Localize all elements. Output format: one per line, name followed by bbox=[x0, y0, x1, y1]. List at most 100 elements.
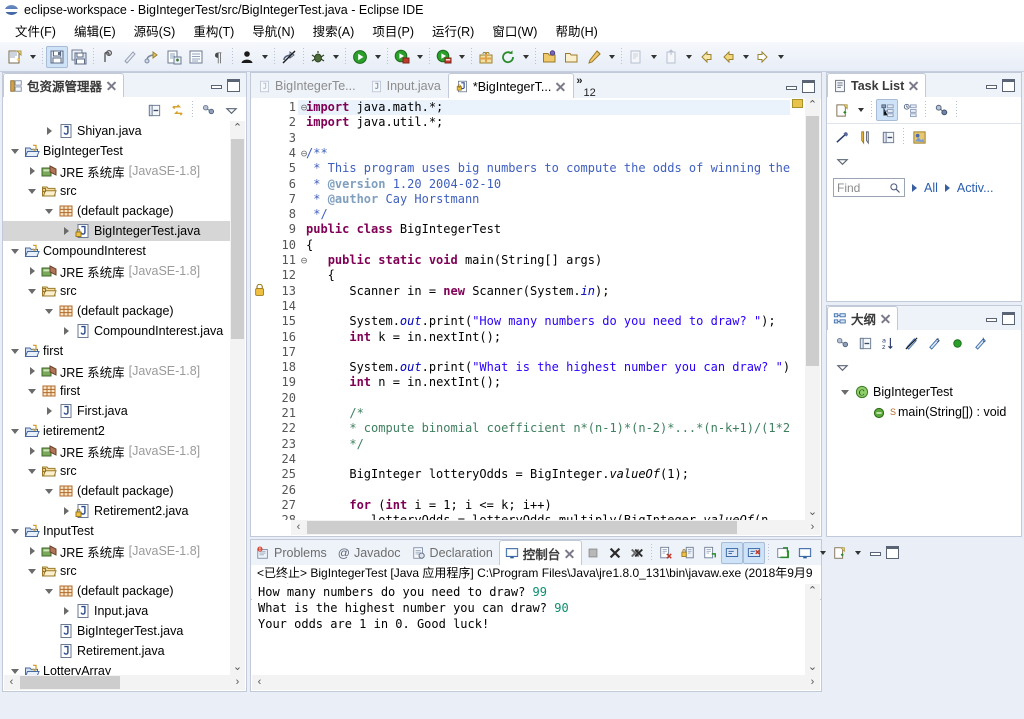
hscroll-thumb[interactable] bbox=[20, 676, 120, 689]
scroll-left-icon[interactable]: ‹ bbox=[4, 675, 19, 690]
close-icon[interactable] bbox=[106, 80, 117, 91]
editor-tab-2[interactable]: *BigIntegerT... bbox=[448, 73, 575, 99]
chevron-down-icon[interactable] bbox=[7, 343, 23, 359]
menu-run[interactable]: 运行(R) bbox=[423, 19, 483, 43]
person-dropdown-icon[interactable] bbox=[258, 46, 271, 68]
menu-help[interactable]: 帮助(H) bbox=[546, 19, 606, 43]
maximize-icon[interactable] bbox=[227, 79, 240, 92]
editor-tab-overflow[interactable]: » 12 bbox=[574, 73, 599, 99]
previous-annotation-dropdown-icon[interactable] bbox=[682, 46, 695, 68]
chevron-down-icon[interactable] bbox=[24, 383, 40, 399]
save-all-icon[interactable] bbox=[68, 46, 90, 68]
chevron-down-icon[interactable] bbox=[24, 183, 40, 199]
tree-row[interactable]: CompoundInterest.java bbox=[3, 321, 231, 341]
display-selected-console-icon[interactable] bbox=[743, 542, 765, 564]
remove-launch-icon[interactable] bbox=[604, 542, 626, 564]
new-console-dropdown-icon[interactable] bbox=[851, 542, 864, 564]
menu-source[interactable]: 源码(S) bbox=[125, 19, 185, 43]
chevron-right-icon[interactable] bbox=[58, 323, 74, 339]
tree-row[interactable]: JRE 系统库[JavaSE-1.8] bbox=[3, 261, 231, 281]
link-with-editor-icon[interactable] bbox=[166, 99, 188, 121]
scheduled-icon[interactable] bbox=[899, 99, 921, 121]
chevron-down-icon[interactable] bbox=[24, 563, 40, 579]
synchronize-icon[interactable] bbox=[930, 99, 952, 121]
outline-row[interactable]: Smain(String[]) : void bbox=[827, 402, 1021, 422]
chevron-down-icon[interactable] bbox=[7, 143, 23, 159]
run-icon[interactable] bbox=[349, 46, 371, 68]
tree-row[interactable]: BigIntegerTest.java bbox=[3, 221, 231, 241]
sort-icon[interactable]: az bbox=[877, 332, 899, 354]
tree-row[interactable]: src bbox=[3, 461, 231, 481]
chevron-right-icon[interactable] bbox=[24, 543, 40, 559]
tree-row[interactable]: src bbox=[3, 561, 231, 581]
tree-row[interactable]: JRE 系统库[JavaSE-1.8] bbox=[3, 441, 231, 461]
tree-row[interactable]: (default package) bbox=[3, 481, 231, 501]
collapse-all-icon[interactable] bbox=[854, 332, 876, 354]
chevron-down-icon[interactable] bbox=[41, 303, 57, 319]
scroll-right-icon[interactable]: › bbox=[805, 675, 820, 690]
view-menu-icon[interactable] bbox=[831, 356, 853, 378]
menu-window[interactable]: 窗口(W) bbox=[483, 19, 546, 43]
pilcrow-icon[interactable]: ¶ bbox=[207, 46, 229, 68]
quick-access-icon[interactable] bbox=[97, 46, 119, 68]
warning-marker[interactable] bbox=[792, 99, 803, 108]
hide-static-icon[interactable]: s bbox=[923, 332, 945, 354]
scroll-down-icon[interactable]: ⌄ bbox=[805, 505, 820, 520]
tree-row[interactable]: Retirement.java bbox=[3, 641, 231, 661]
filter-active-link[interactable]: Activ... bbox=[957, 181, 994, 195]
new-wizard-icon[interactable] bbox=[4, 46, 26, 68]
toggle-mark-occurrences-icon[interactable] bbox=[119, 46, 141, 68]
previous-annotation-icon[interactable] bbox=[660, 46, 682, 68]
filters-icon[interactable] bbox=[854, 126, 876, 148]
clear-console-icon[interactable] bbox=[655, 542, 677, 564]
external-tools-icon[interactable] bbox=[433, 46, 455, 68]
tree-row[interactable]: src bbox=[3, 181, 231, 201]
new-wizard-dropdown-icon[interactable] bbox=[26, 46, 39, 68]
pin-console-icon[interactable] bbox=[721, 542, 743, 564]
tab-package-explorer[interactable]: 包资源管理器 bbox=[3, 73, 124, 97]
chevron-down-icon[interactable] bbox=[7, 243, 23, 259]
menu-refactor[interactable]: 重构(T) bbox=[184, 19, 243, 43]
vscroll-thumb[interactable] bbox=[806, 116, 819, 366]
menu-edit[interactable]: 编辑(E) bbox=[65, 19, 125, 43]
collapse-all-icon[interactable] bbox=[877, 126, 899, 148]
close-icon[interactable] bbox=[908, 80, 919, 91]
tree-row[interactable]: InputTest bbox=[3, 521, 231, 541]
tree-row[interactable]: Retirement2.java bbox=[3, 501, 231, 521]
scroll-right-icon[interactable]: › bbox=[805, 520, 820, 535]
warning-icon[interactable] bbox=[253, 284, 267, 301]
outline-row[interactable]: CBigIntegerTest bbox=[827, 382, 1021, 402]
person-icon[interactable] bbox=[236, 46, 258, 68]
tree-row[interactable]: BigIntegerTest bbox=[3, 141, 231, 161]
open-console-dropdown-icon[interactable] bbox=[816, 542, 829, 564]
restore-tasks-icon[interactable] bbox=[908, 126, 930, 148]
editor-tab-1[interactable]: Input.java bbox=[363, 73, 448, 99]
tree-row[interactable]: Shiyan.java bbox=[3, 121, 231, 141]
console-output[interactable]: How many numbers do you need to draw? 99… bbox=[252, 584, 805, 675]
outline-tree[interactable]: CBigIntegerTestSmain(String[]) : void bbox=[827, 380, 1021, 422]
hide-nonpublic-icon[interactable] bbox=[946, 332, 968, 354]
close-icon[interactable] bbox=[880, 313, 891, 324]
tree-row[interactable]: (default package) bbox=[3, 301, 231, 321]
refresh-icon[interactable] bbox=[497, 46, 519, 68]
menu-search[interactable]: 搜索(A) bbox=[304, 19, 364, 43]
maximize-icon[interactable] bbox=[1002, 312, 1015, 325]
refresh-dropdown-icon[interactable] bbox=[519, 46, 532, 68]
view-menu-icon[interactable] bbox=[831, 150, 853, 172]
next-annotation-icon[interactable] bbox=[625, 46, 647, 68]
tree-row[interactable]: JRE 系统库[JavaSE-1.8] bbox=[3, 161, 231, 181]
open-console-view-icon[interactable] bbox=[794, 542, 816, 564]
menu-project[interactable]: 项目(P) bbox=[363, 19, 423, 43]
maximize-icon[interactable] bbox=[1002, 79, 1015, 92]
chevron-down-icon[interactable] bbox=[41, 203, 57, 219]
editor-overview-ruler[interactable] bbox=[790, 98, 805, 520]
minimize-icon[interactable] bbox=[868, 546, 881, 559]
tree-row[interactable]: JRE 系统库[JavaSE-1.8] bbox=[3, 541, 231, 561]
debug-dropdown-icon[interactable] bbox=[329, 46, 342, 68]
back-icon[interactable] bbox=[695, 46, 717, 68]
skip-breakpoints-icon[interactable] bbox=[278, 46, 300, 68]
package-explorer-tree[interactable]: Shiyan.javaBigIntegerTestJRE 系统库[JavaSE-… bbox=[3, 121, 231, 675]
new-package-gift-icon[interactable] bbox=[475, 46, 497, 68]
console-hscrollbar[interactable]: ‹ › bbox=[252, 675, 820, 690]
chevron-down-icon[interactable] bbox=[24, 283, 40, 299]
